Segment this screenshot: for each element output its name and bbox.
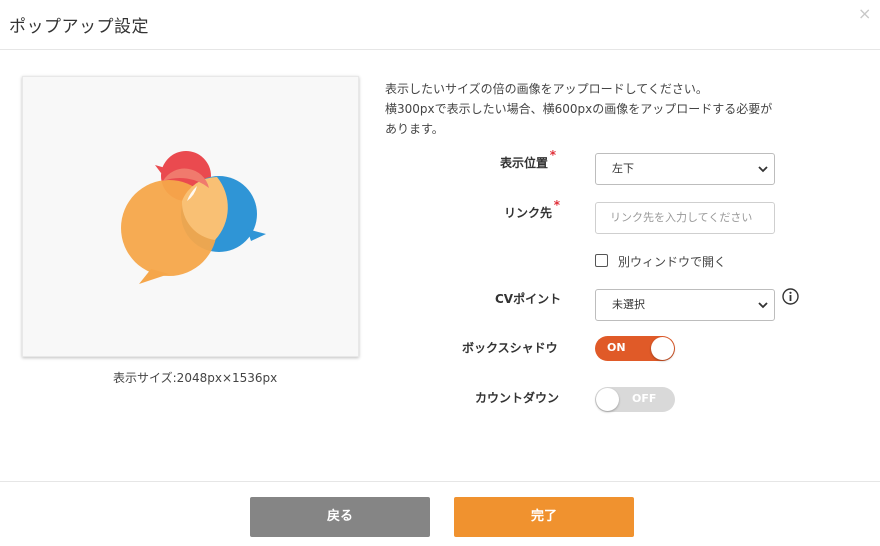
link-input-placeholder: リンク先を入力してください xyxy=(610,211,753,224)
instruction-line: 横300pxで表示したい場合、横600pxの画像をアップロードする必要が xyxy=(385,102,773,116)
upload-instructions: 表示したいサイズの倍の画像をアップロードしてください。 横300pxで表示したい… xyxy=(385,79,855,139)
chevron-down-icon xyxy=(758,302,768,309)
new-window-label[interactable]: 別ウィンドウで開く xyxy=(618,253,726,270)
new-window-checkbox[interactable] xyxy=(595,254,608,267)
link-label: リンク先 * xyxy=(504,198,560,221)
done-button[interactable]: 完了 xyxy=(454,497,634,537)
image-preview[interactable] xyxy=(22,76,359,357)
page-title: ポップアップ設定 xyxy=(9,17,149,37)
position-label-text: 表示位置 xyxy=(500,156,549,170)
link-label-text: リンク先 xyxy=(504,206,553,220)
back-button[interactable]: 戻る xyxy=(250,497,430,537)
position-select[interactable]: 左下 xyxy=(595,153,775,185)
toggle-state-text: ON xyxy=(607,341,626,354)
position-label: 表示位置 * xyxy=(500,148,556,171)
display-size-caption: 表示サイズ:2048px×1536px xyxy=(113,371,278,385)
instruction-line: あります。 xyxy=(385,122,444,136)
footer xyxy=(0,481,880,546)
box-shadow-toggle[interactable]: ON xyxy=(595,336,675,361)
instruction-line: 表示したいサイズの倍の画像をアップロードしてください。 xyxy=(385,82,708,96)
required-mark: * xyxy=(549,148,557,162)
link-input[interactable]: リンク先を入力してください xyxy=(595,202,775,234)
header: ポップアップ設定 × xyxy=(0,0,880,50)
toggle-state-text: OFF xyxy=(632,392,657,405)
box-shadow-label: ボックスシャドウ xyxy=(462,341,558,355)
cv-point-select-value: 未選択 xyxy=(612,298,645,311)
countdown-label: カウントダウン xyxy=(475,391,560,405)
cv-point-select[interactable]: 未選択 xyxy=(595,289,775,321)
cv-point-label: CVポイント xyxy=(495,292,562,306)
toggle-knob xyxy=(596,388,619,411)
countdown-toggle[interactable]: OFF xyxy=(595,387,675,412)
toggle-knob xyxy=(651,337,674,360)
position-select-value: 左下 xyxy=(612,162,634,175)
chevron-down-icon xyxy=(758,166,768,173)
required-mark: * xyxy=(553,198,561,212)
close-icon[interactable]: × xyxy=(858,6,872,22)
info-icon[interactable] xyxy=(782,288,799,305)
chat-bubbles-illustration xyxy=(121,151,266,284)
